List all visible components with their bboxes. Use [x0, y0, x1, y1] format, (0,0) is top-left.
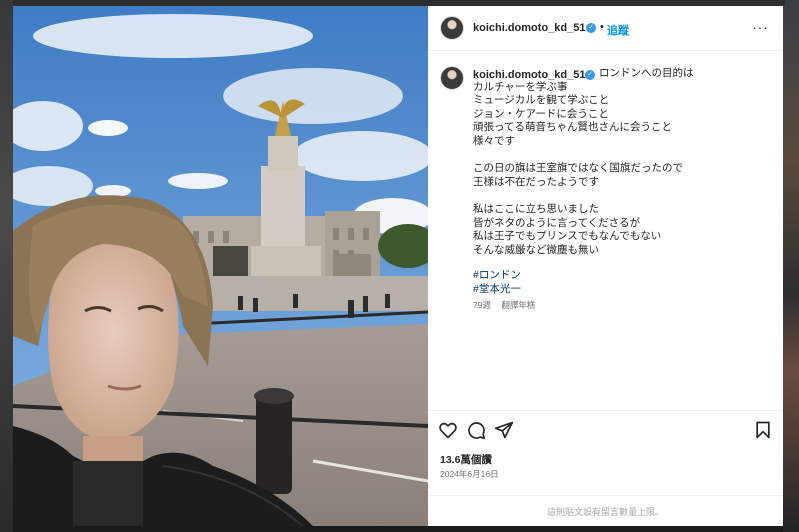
- comments-limited-notice: 這則貼文設有留言數量上限。: [428, 495, 783, 528]
- post-sidebar: koichi.domoto_kd_51 ✓ • 追蹤 ··· koichi.do…: [428, 6, 783, 526]
- backdrop-left: [0, 0, 13, 532]
- heart-icon[interactable]: [438, 420, 458, 440]
- hashtag-link[interactable]: #ロンドン: [473, 267, 521, 282]
- caption-line: ロンドンへの目的は: [599, 67, 694, 79]
- translate-link[interactable]: 翻譯年糕: [501, 300, 535, 310]
- more-options-icon[interactable]: ···: [752, 19, 769, 35]
- selfie-buckingham-palace-image: [13, 6, 428, 526]
- caption-line: ミュージカルを観て学ぶこと: [473, 94, 610, 107]
- verified-badge-icon: ✓: [586, 23, 596, 33]
- caption-line: ジョン・ケアードに会うこと: [473, 107, 609, 120]
- caption-meta: 79週 翻譯年糕: [473, 299, 543, 311]
- caption-line: 頑張ってる萌音ちゃん賢也さんに会うこと: [473, 121, 672, 134]
- post-photo[interactable]: [13, 6, 428, 526]
- post-age: 79週: [473, 300, 491, 310]
- caption-line: 王様は不在だったようです: [473, 175, 599, 188]
- caption-line: カルチャーを学ぶ事: [473, 80, 568, 93]
- post-modal: koichi.domoto_kd_51 ✓ • 追蹤 ··· koichi.do…: [13, 6, 783, 526]
- caption-line: 様々です: [473, 134, 515, 147]
- likes-count[interactable]: 13.6萬個讚: [440, 452, 492, 467]
- action-bar: 13.6萬個讚 2024年6月16日 這則貼文設有留言數量上限。: [428, 410, 783, 527]
- comment-icon[interactable]: [466, 420, 486, 440]
- caption-line: [473, 149, 763, 163]
- caption-line: 皆がネタのように言ってくださるが: [473, 216, 641, 229]
- caption-line: この日の旗は王室旗ではなく国旗だったので: [473, 162, 683, 175]
- hashtag-link[interactable]: #堂本光一: [473, 281, 521, 296]
- follow-button[interactable]: 追蹤: [607, 22, 629, 38]
- post-header: koichi.domoto_kd_51 ✓ • 追蹤 ···: [428, 6, 783, 51]
- post-date: 2024年6月16日: [440, 469, 499, 479]
- backdrop-right: [783, 0, 799, 532]
- header-username[interactable]: koichi.domoto_kd_51: [473, 22, 585, 34]
- caption-line: 私は王子でもプリンスでもなんでもない: [473, 230, 662, 243]
- avatar[interactable]: [440, 16, 464, 40]
- bookmark-icon[interactable]: [753, 420, 773, 440]
- caption-avatar[interactable]: [440, 66, 464, 90]
- separator-dot: •: [600, 21, 604, 33]
- caption-line: 私はここに立ち思いました: [473, 202, 599, 215]
- caption-line: [473, 189, 763, 203]
- post-caption: ロンドンへの目的はカルチャーを学ぶ事 ミュージカルを観て学ぶこと ジョン・ケアードに…: [473, 67, 763, 257]
- caption-line: そんな威厳など微塵も無い: [473, 243, 599, 256]
- share-icon[interactable]: [494, 420, 514, 440]
